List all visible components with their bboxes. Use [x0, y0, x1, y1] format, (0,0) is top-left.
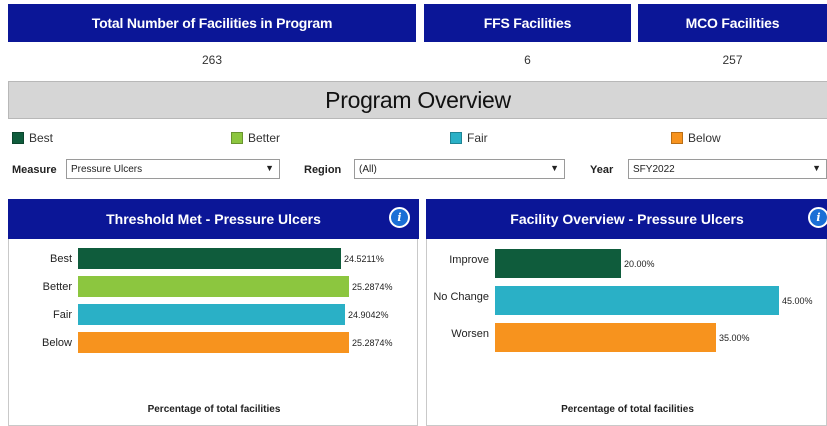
kpi-ffs-value: 6 — [524, 53, 531, 67]
info-glyph: i — [397, 211, 402, 224]
region-value: (All) — [359, 163, 377, 175]
threshold-axis-title: Percentage of total facilities — [147, 404, 281, 415]
legend-label: Fair — [467, 131, 488, 145]
info-icon[interactable]: i — [389, 207, 410, 228]
legend-below[interactable]: Below — [671, 130, 721, 146]
bar-category-label: Better — [42, 280, 72, 293]
kpi-mco-value: 257 — [722, 53, 743, 67]
legend-label: Best — [29, 131, 54, 145]
kpi-mco-header: MCO Facilities — [638, 4, 827, 42]
bar[interactable] — [78, 276, 349, 297]
legend-label: Below — [688, 131, 721, 145]
kpi-mco-label: MCO Facilities — [685, 15, 780, 31]
chevron-down-icon: ▼ — [550, 163, 559, 173]
bar[interactable] — [495, 323, 716, 352]
region-label: Region — [304, 164, 342, 176]
info-glyph: i — [816, 211, 821, 224]
program-overview-banner: Program Overview — [8, 81, 827, 119]
bar-value-label: 35.00% — [719, 332, 750, 343]
year-value: SFY2022 — [633, 163, 675, 175]
measure-label: Measure — [12, 164, 57, 176]
legend-label: Better — [248, 131, 281, 145]
bar-value-label: 25.2874% — [352, 337, 393, 348]
bar[interactable] — [78, 304, 345, 325]
bar-value-label: 20.00% — [624, 258, 655, 269]
facility-axis-title: Percentage of total facilities — [561, 404, 694, 415]
bar[interactable] — [78, 248, 341, 269]
legend-better[interactable]: Better — [231, 130, 280, 146]
bar-category-label: No Change — [433, 290, 489, 303]
bar-value-label: 25.2874% — [352, 281, 393, 292]
bar-value-label: 45.00% — [782, 295, 813, 306]
year-label: Year — [590, 164, 614, 176]
measure-value: Pressure Ulcers — [71, 163, 143, 175]
kpi-total-value: 263 — [201, 53, 223, 67]
facility-panel-header: Facility Overview - Pressure Ulcers — [426, 199, 827, 239]
region-dropdown[interactable]: (All) ▼ — [354, 159, 565, 179]
legend-swatch — [12, 132, 24, 144]
kpi-ffs-header: FFS Facilities — [424, 4, 631, 42]
legend-swatch — [231, 132, 243, 144]
threshold-panel-title: Threshold Met - Pressure Ulcers — [106, 211, 321, 227]
threshold-met-panel: Threshold Met - Pressure Ulcers i Percen… — [8, 199, 419, 426]
kpi-ffs-label: FFS Facilities — [483, 15, 572, 31]
bar-category-label: Improve — [449, 253, 489, 266]
bar[interactable] — [495, 249, 621, 278]
legend-best[interactable]: Best — [12, 130, 53, 146]
bar-category-label: Fair — [53, 308, 72, 321]
bar[interactable] — [495, 286, 779, 315]
chevron-down-icon: ▼ — [265, 163, 274, 173]
legend-swatch — [450, 132, 462, 144]
bar-category-label: Best — [49, 252, 72, 265]
bar-category-label: Worsen — [451, 327, 489, 340]
info-icon[interactable]: i — [808, 207, 827, 228]
facility-overview-panel: Facility Overview - Pressure Ulcers i Pe… — [426, 199, 827, 426]
threshold-panel-header: Threshold Met - Pressure Ulcers — [8, 199, 419, 239]
legend-fair[interactable]: Fair — [450, 130, 488, 146]
kpi-total-header: Total Number of Facilities in Program — [8, 4, 416, 42]
bar-value-label: 24.5211% — [344, 253, 384, 264]
chevron-down-icon: ▼ — [812, 163, 821, 173]
measure-dropdown[interactable]: Pressure Ulcers ▼ — [66, 159, 280, 179]
kpi-total-label: Total Number of Facilities in Program — [91, 15, 333, 31]
legend-swatch — [671, 132, 683, 144]
year-dropdown[interactable]: SFY2022 ▼ — [628, 159, 827, 179]
facility-panel-title: Facility Overview - Pressure Ulcers — [510, 211, 744, 227]
bar-value-label: 24.9042% — [348, 309, 389, 320]
bar[interactable] — [78, 332, 349, 353]
bar-category-label: Below — [42, 336, 72, 349]
